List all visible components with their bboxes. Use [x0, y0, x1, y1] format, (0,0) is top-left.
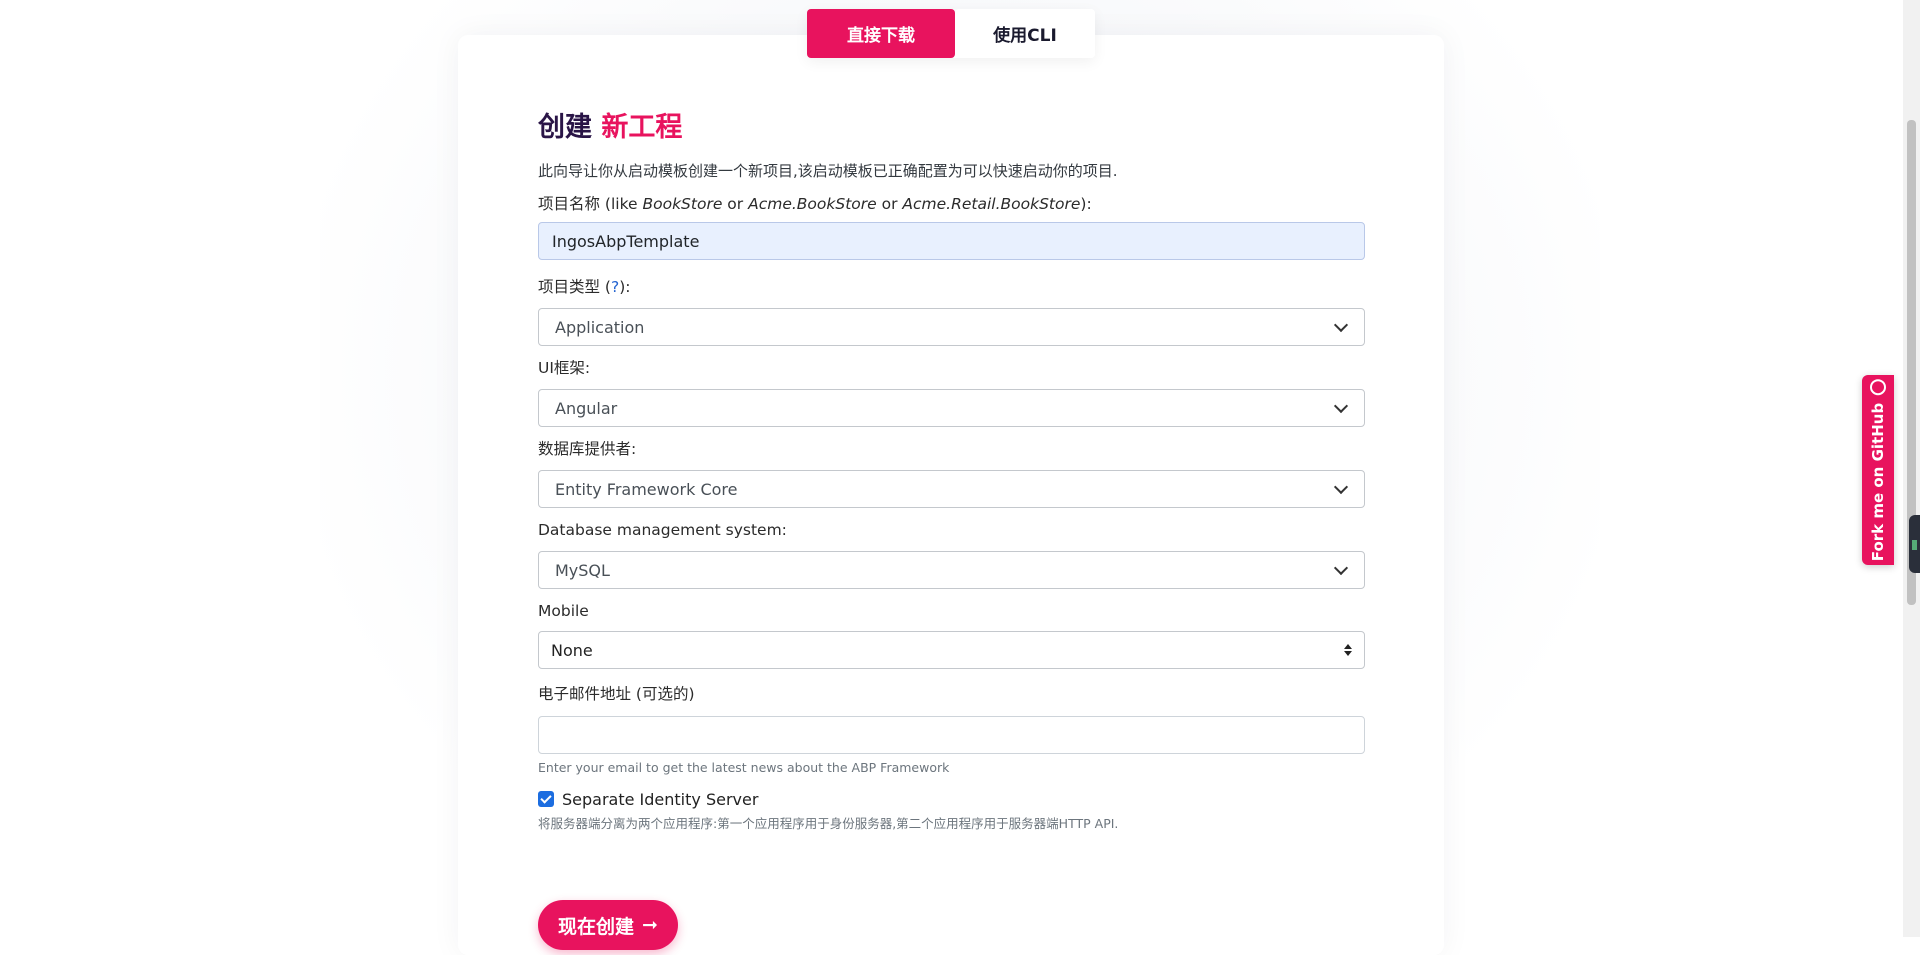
chevron-down-icon [1333, 317, 1349, 332]
mobile-value: None [551, 640, 593, 660]
separate-identity-row: Separate Identity Server [538, 787, 1365, 811]
chevron-down-icon [1333, 398, 1349, 413]
mobile-select[interactable]: None [538, 631, 1365, 669]
dbms-value: MySQL [555, 560, 610, 580]
project-type-help-link[interactable]: ? [611, 278, 619, 296]
db-provider-select[interactable]: Entity Framework Core [538, 470, 1365, 508]
lead-text: 此向导让你从启动模板创建一个新项目,该启动模板已正确配置为可以快速启动你的项目. [538, 162, 1118, 180]
fork-me-ribbon[interactable]: Fork me on GitHub [1862, 375, 1894, 565]
chevron-down-icon [1333, 560, 1349, 575]
mobile-label: Mobile [538, 602, 589, 620]
email-input[interactable] [538, 716, 1365, 754]
ui-framework-value: Angular [555, 398, 618, 418]
project-type-value: Application [555, 317, 645, 337]
project-name-label: 项目名称 (like BookStore or Acme.BookStore o… [538, 195, 1092, 213]
page-title: 创建 新工程 [538, 108, 1365, 148]
tab-use-cli[interactable]: 使用CLI [955, 9, 1095, 58]
side-widget-handle[interactable] [1909, 515, 1920, 573]
chevron-down-icon [1333, 479, 1349, 494]
title-create: 创建 [538, 112, 592, 143]
email-hint: Enter your email to get the latest news … [538, 760, 950, 775]
project-type-select[interactable]: Application [538, 308, 1365, 346]
dbms-select[interactable]: MySQL [538, 551, 1365, 589]
db-provider-value: Entity Framework Core [555, 479, 738, 499]
create-now-label: 现在创建 [558, 915, 635, 938]
separate-identity-checkbox[interactable] [538, 791, 554, 807]
ui-framework-label: UI框架: [538, 359, 591, 377]
tab-direct-download[interactable]: 直接下载 [807, 9, 955, 58]
ui-framework-select[interactable]: Angular [538, 389, 1365, 427]
create-now-button[interactable]: 现在创建 ➞ [538, 900, 678, 950]
project-type-label: 项目类型 (?): [538, 278, 631, 296]
download-tabs: 直接下载 使用CLI [807, 9, 1095, 58]
github-icon [1870, 378, 1886, 395]
arrow-right-icon: ➞ [642, 914, 658, 936]
db-provider-label: 数据库提供者: [538, 440, 637, 458]
project-name-input[interactable]: IngosAbpTemplate [538, 222, 1365, 260]
new-project-form: 创建 新工程 此向导让你从启动模板创建一个新项目,该启动模板已正确配置为可以快速… [538, 108, 1365, 833]
dbms-label: Database management system: [538, 521, 787, 539]
separate-identity-hint: 将服务器端分离为两个应用程序:第一个应用程序用于身份服务器,第二个应用程序用于服… [538, 816, 1119, 831]
fork-me-label: Fork me on GitHub [1869, 402, 1887, 562]
email-label: 电子邮件地址 (可选的) [538, 685, 695, 703]
select-arrows-icon [1344, 644, 1352, 656]
page-scrollbar[interactable] [1903, 0, 1920, 937]
separate-identity-label[interactable]: Separate Identity Server [562, 790, 758, 809]
title-new-project: 新工程 [601, 112, 683, 143]
